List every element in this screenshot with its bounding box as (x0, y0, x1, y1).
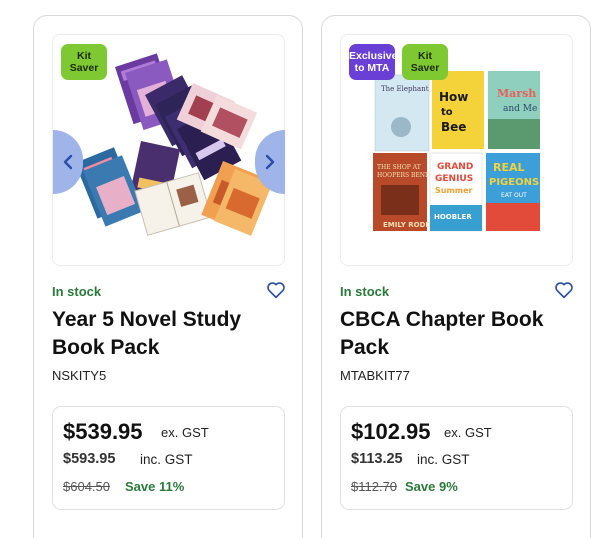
svg-text:EMILY RODDA: EMILY RODDA (383, 221, 437, 229)
save-percentage: Save 9% (405, 479, 458, 494)
stock-status: In stock (52, 284, 102, 299)
book-cover: GRAND GENIUS Summer HOOBLER (429, 152, 483, 232)
svg-text:Marsh: Marsh (497, 87, 536, 100)
svg-text:GENIUS: GENIUS (435, 174, 473, 184)
svg-text:The Elephant: The Elephant (381, 85, 429, 93)
chevron-left-icon (63, 154, 73, 170)
product-title[interactable]: CBCA Chapter Book Pack (340, 306, 575, 362)
book-cover: REAL PIGEONS EAT OUT (486, 153, 540, 231)
price-inc-gst-label: inc. GST (140, 452, 193, 467)
svg-text:HOOPERS BEND: HOOPERS BEND (377, 172, 430, 179)
price-ex-gst-label: ex. GST (444, 425, 492, 440)
svg-text:Summer: Summer (435, 186, 473, 195)
original-price: $604.50 (63, 479, 110, 494)
original-price: $112.70 (351, 479, 398, 494)
kit-saver-badge: Kit Saver (402, 44, 448, 80)
svg-text:to: to (441, 107, 453, 118)
price-ex-gst-label: ex. GST (161, 425, 209, 440)
product-title[interactable]: Year 5 Novel Study Book Pack (52, 306, 287, 362)
product-sku: NSKITY5 (52, 368, 107, 383)
product-card[interactable]: Kit Saver In stock Year 5 Novel Study Bo… (33, 15, 303, 538)
svg-text:HOOBLER: HOOBLER (434, 213, 472, 221)
book-cover: THE SHOP AT HOOPERS BEND EMILY RODDA (373, 153, 437, 231)
product-card[interactable]: The Elephant How to Bee Marsh and Me THE… (321, 15, 591, 538)
price-inc-gst: $113.25 (351, 451, 403, 467)
book-cover: Marsh and Me (488, 71, 540, 149)
svg-text:THE SHOP AT: THE SHOP AT (377, 164, 421, 171)
svg-text:GRAND: GRAND (437, 162, 473, 172)
book-cover: How to Bee (432, 71, 484, 149)
svg-text:Bee: Bee (441, 120, 466, 134)
stock-status: In stock (340, 284, 390, 299)
wishlist-heart-icon[interactable] (554, 281, 574, 299)
price-ex-gst: $539.95 (63, 419, 143, 444)
save-percentage: Save 11% (125, 479, 185, 494)
chevron-right-icon (265, 154, 275, 170)
svg-text:and Me: and Me (503, 104, 537, 114)
svg-text:PIGEONS: PIGEONS (489, 177, 539, 188)
price-box: $539.95 ex. GST $593.95 inc. GST $604.50… (52, 406, 285, 510)
product-sku: MTABKIT77 (340, 368, 410, 383)
svg-text:EAT OUT: EAT OUT (501, 192, 527, 199)
price-inc-gst: $593.95 (63, 451, 116, 467)
wishlist-heart-icon[interactable] (266, 281, 286, 299)
exclusive-to-mta-badge: Exclusive to MTA (349, 44, 397, 80)
book-cover: The Elephant (374, 74, 430, 152)
price-box: $102.95 ex. GST $113.25 inc. GST $112.70… (340, 406, 573, 510)
svg-text:How: How (439, 90, 468, 104)
kit-saver-badge: Kit Saver (61, 44, 107, 80)
price-inc-gst-label: inc. GST (417, 452, 470, 467)
price-ex-gst: $102.95 (351, 419, 431, 444)
svg-text:REAL: REAL (493, 161, 525, 174)
